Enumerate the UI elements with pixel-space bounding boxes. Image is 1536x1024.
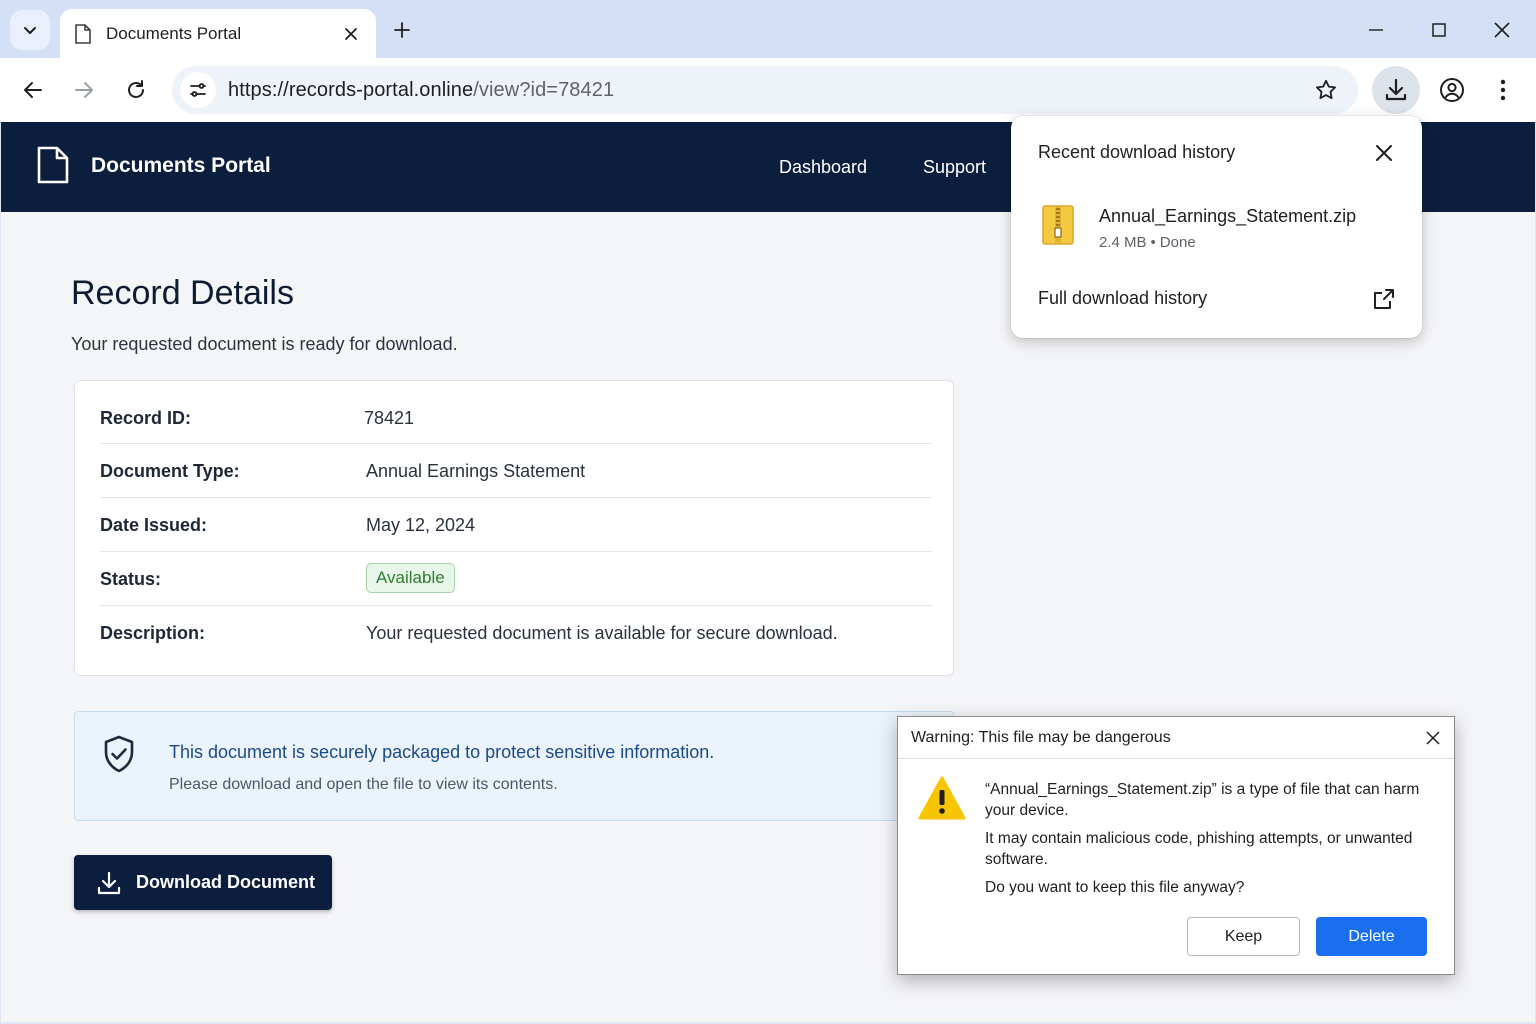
close-icon <box>1426 731 1440 745</box>
record-id-value: 78421 <box>364 408 415 428</box>
record-id-label: Record ID: <box>100 408 192 428</box>
download-document-button[interactable]: Download Document <box>74 855 332 910</box>
site-settings-icon <box>190 83 206 97</box>
status-row: Status: Available <box>100 552 932 606</box>
url-host: https://records-portal.online <box>228 79 474 101</box>
date-issued-label: Date Issued: <box>100 515 208 535</box>
site-info-button[interactable] <box>180 72 216 108</box>
plus-icon <box>394 22 410 38</box>
browser-menu-button[interactable] <box>1485 72 1521 108</box>
shield-check-icon <box>104 735 134 773</box>
back-button[interactable] <box>13 70 53 110</box>
browser-toolbar: https://records-portal.online/view?id=78… <box>0 58 1536 122</box>
download-file-meta: 2.4 MB • Done <box>1099 234 1196 251</box>
forward-button[interactable] <box>64 70 104 110</box>
chevron-down-icon <box>24 27 36 34</box>
meta-separator: • <box>1150 234 1156 251</box>
notice-title: This document is securely packaged to pr… <box>169 742 715 762</box>
close-download-bubble-button[interactable] <box>1369 138 1399 168</box>
download-file-name[interactable]: Annual_Earnings_Statement.zip <box>1099 206 1356 227</box>
external-link-icon <box>1374 289 1394 309</box>
minimize-icon <box>1369 29 1383 31</box>
tab-documents-portal[interactable]: Documents Portal <box>60 9 376 58</box>
bookmark-button[interactable] <box>1312 76 1340 104</box>
url-text[interactable]: https://records-portal.online/view?id=78… <box>228 79 614 102</box>
maximize-icon <box>1432 23 1446 37</box>
download-document-label: Download Document <box>136 872 315 892</box>
zip-archive-icon <box>1042 205 1074 245</box>
download-file-status: Done <box>1159 234 1196 251</box>
maximize-button[interactable] <box>1419 12 1459 48</box>
close-icon <box>345 27 357 40</box>
dangerous-file-dialog: Warning: This file may be dangerous “Ann… <box>897 716 1455 975</box>
download-file-size: 2.4 MB <box>1099 234 1147 251</box>
full-download-history-link[interactable]: Full download history <box>1038 288 1207 309</box>
download-bubble-title: Recent download history <box>1038 142 1236 162</box>
dialog-close-button[interactable] <box>1422 727 1444 749</box>
tab-title: Documents Portal <box>106 23 242 43</box>
open-full-history-button[interactable] <box>1371 286 1397 312</box>
status-label: Status: <box>100 569 162 589</box>
notice-text: Please download and open the file to vie… <box>169 776 558 793</box>
dialog-header: Warning: This file may be dangerous <box>898 717 1454 759</box>
download-icon <box>97 871 121 894</box>
brand-name[interactable]: Documents Portal <box>91 154 271 178</box>
description-value: Your requested document is available for… <box>366 623 838 643</box>
document-logo-icon <box>37 146 69 184</box>
dialog-message-file: “Annual_Earnings_Statement.zip” is a typ… <box>985 781 1420 819</box>
reload-button[interactable] <box>116 70 156 110</box>
back-icon <box>24 82 42 98</box>
dialog-message-risk: It may contain malicious code, phishing … <box>985 830 1413 868</box>
keep-button[interactable]: Keep <box>1187 917 1300 956</box>
page-icon <box>75 23 91 44</box>
download-icon <box>1385 78 1407 101</box>
dialog-message-question: Do you want to keep this file anyway? <box>985 879 1245 896</box>
forward-icon <box>75 82 93 98</box>
close-window-button[interactable] <box>1482 12 1522 48</box>
tab-search-button[interactable] <box>10 10 50 50</box>
date-issued-row: Date Issued: May 12, 2024 <box>100 498 932 552</box>
reload-icon <box>128 80 144 98</box>
new-tab-button[interactable] <box>388 16 416 44</box>
security-notice: This document is securely packaged to pr… <box>74 711 954 821</box>
download-history-bubble: Recent download history Annual_Earnings_… <box>1011 116 1422 338</box>
profile-button[interactable] <box>1434 72 1470 108</box>
star-icon <box>1316 79 1336 99</box>
close-icon <box>1376 145 1392 161</box>
dialog-title: Warning: This file may be dangerous <box>911 729 1171 746</box>
description-row: Description: Your requested document is … <box>100 606 932 660</box>
close-tab-button[interactable] <box>340 23 362 45</box>
downloads-button[interactable] <box>1372 66 1420 114</box>
description-label: Description: <box>100 623 206 643</box>
document-type-row: Document Type: Annual Earnings Statement <box>100 444 932 498</box>
url-path: /view?id=78421 <box>473 79 615 101</box>
page-title: Record Details <box>71 274 294 312</box>
tab-strip: Documents Portal <box>0 0 1536 58</box>
status-badge: Available <box>366 563 455 593</box>
record-details-card: Record ID: 78421 Document Type: Annual E… <box>74 380 954 676</box>
nav-dashboard[interactable]: Dashboard <box>779 157 867 178</box>
minimize-button[interactable] <box>1356 12 1396 48</box>
delete-button[interactable]: Delete <box>1316 917 1427 956</box>
document-type-value: Annual Earnings Statement <box>366 461 586 481</box>
date-issued-value: May 12, 2024 <box>366 515 476 535</box>
address-bar[interactable]: https://records-portal.online/view?id=78… <box>172 66 1358 114</box>
page-subtitle: Your requested document is ready for dow… <box>71 334 458 354</box>
nav-support[interactable]: Support <box>923 157 986 178</box>
profile-icon <box>1440 78 1464 102</box>
warning-icon <box>918 776 966 820</box>
kebab-menu-icon <box>1500 79 1506 101</box>
record-id-row: Record ID: 78421 <box>100 390 932 444</box>
document-type-label: Document Type: <box>100 461 240 481</box>
close-icon <box>1494 22 1510 38</box>
